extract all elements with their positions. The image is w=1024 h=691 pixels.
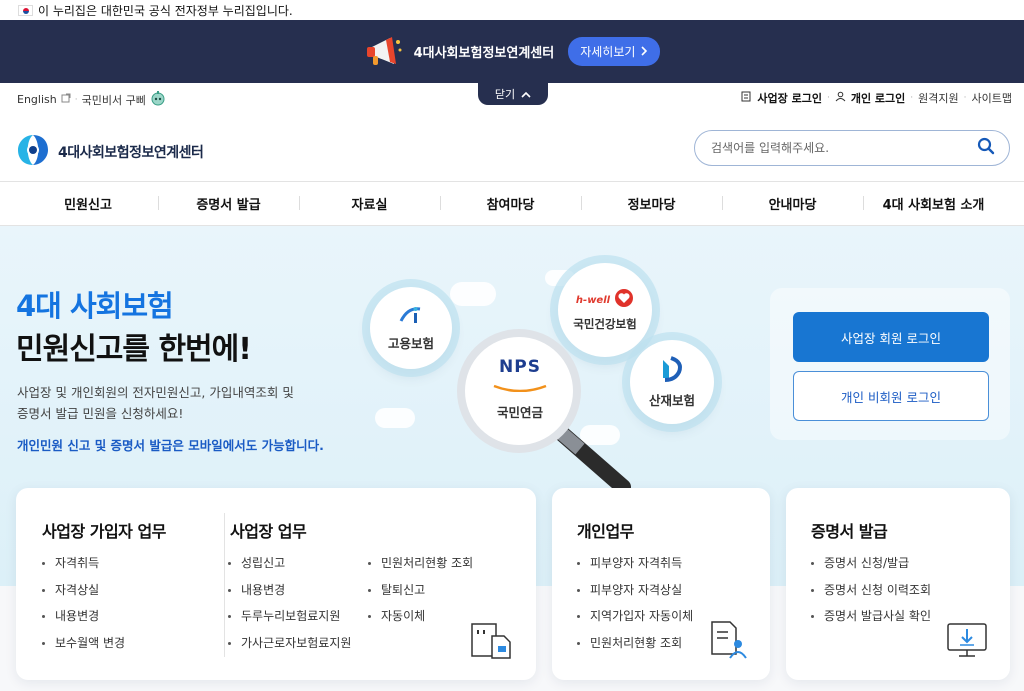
nav-certificate[interactable]: 증명서 발급 <box>158 194 299 213</box>
pension-badge: NPS 국민연금 <box>474 357 566 421</box>
list-item[interactable]: 가사근로자보험료지원 <box>228 634 351 661</box>
building-document-icon <box>470 620 516 660</box>
english-link[interactable]: English <box>17 93 57 106</box>
list-item[interactable]: 성립신고 <box>228 554 351 581</box>
biz-work-list-right: 민원처리현황 조회 탈퇴신고 자동이체 <box>368 554 473 634</box>
user-icon <box>835 91 846 105</box>
pension-label: 국민연금 <box>496 405 543 420</box>
hero-title-line1: 4대 사회보험 <box>16 289 174 323</box>
banner-close-label: 닫기 <box>494 88 516 101</box>
personal-list: 피부양자 자격취득 피부양자 자격상실 지역가입자 자동이체 민원처리현황 조회 <box>577 554 693 660</box>
logo-emblem-icon <box>16 133 50 171</box>
health-brand-text: h-well <box>575 294 611 306</box>
list-item[interactable]: 자동이체 <box>368 607 473 634</box>
pension-brand-text: NPS <box>499 357 541 377</box>
biz-login-link[interactable]: 사업장 로그인 <box>757 90 822 106</box>
gov-notice-bar: 이 누리집은 대한민국 공식 전자정부 누리집입니다. <box>0 0 1024 20</box>
document-user-icon <box>708 620 754 660</box>
list-item[interactable]: 민원처리현황 조회 <box>368 554 473 581</box>
top-banner: 4대사회보험정보연계센터 자세히보기 <box>0 20 1024 83</box>
card-personal-title: 개인업무 <box>577 522 634 541</box>
secretary-link[interactable]: 국민비서 구삐 <box>82 92 146 108</box>
page: { "gov_notice": "이 누리집은 대한민국 공식 전자정부 누리집… <box>0 0 1024 691</box>
chevron-up-icon <box>521 88 531 101</box>
external-link-icon <box>61 93 71 106</box>
hero-desc-line1: 사업장 및 개인회원의 전자민원신고, 가입내역조회 및 <box>17 385 294 400</box>
hero-desc-line2: 증명서 발급 민원을 신청하세요! <box>17 406 184 421</box>
search-icon[interactable] <box>977 137 995 159</box>
list-item[interactable]: 내용변경 <box>228 581 351 608</box>
banner-more-button[interactable]: 자세히보기 <box>568 37 661 66</box>
heart-icon <box>614 288 634 312</box>
nav-information[interactable]: 정보마당 <box>581 194 722 213</box>
personal-login-link[interactable]: 개인 로그인 <box>851 90 905 106</box>
biz-member-login-button[interactable]: 사업장 회원 로그인 <box>793 312 989 362</box>
biz-subscriber-list: 자격취득 자격상실 내용변경 보수월액 변경 <box>42 554 125 660</box>
logo-text: 4대사회보험정보연계센터 <box>58 145 204 161</box>
monitor-download-icon <box>944 620 990 660</box>
card-certificate-title: 증명서 발급 <box>811 522 888 541</box>
employment-insurance-badge: 고용보험 <box>370 287 452 369</box>
card-personal: 개인업무 피부양자 자격취득 피부양자 자격상실 지역가입자 자동이체 민원처리… <box>552 488 770 680</box>
card-certificate: 증명서 발급 증명서 신청/발급 증명서 신청 이력조회 증명서 발급사실 확인 <box>786 488 1010 680</box>
pension-swoosh-icon <box>492 377 548 396</box>
employment-label: 고용보험 <box>387 335 434 351</box>
personal-guest-login-button[interactable]: 개인 비회원 로그인 <box>793 371 989 421</box>
list-item[interactable]: 증명서 신청/발급 <box>811 554 931 581</box>
robot-icon <box>150 90 166 109</box>
banner-title: 4대사회보험정보연계센터 <box>413 46 555 61</box>
nav-civil-report[interactable]: 민원신고 <box>0 194 158 213</box>
nav-library[interactable]: 자료실 <box>299 194 440 213</box>
hero-description: 사업장 및 개인회원의 전자민원신고, 가입내역조회 및 증명서 발급 민원을 … <box>17 382 347 424</box>
card-biz-subscriber: 사업장 가입자 업무 자격취득 자격상실 내용변경 보수월액 변경 사업장 업무… <box>16 488 536 680</box>
card-divider <box>224 513 225 657</box>
main-nav: 민원신고 증명서 발급 자료실 참여마당 정보마당 안내마당 4대 사회보험 소… <box>0 181 1024 226</box>
chevron-right-icon <box>641 45 648 59</box>
search-input[interactable] <box>711 141 977 155</box>
list-item[interactable]: 자격취득 <box>42 554 125 581</box>
list-item[interactable]: 탈퇴신고 <box>368 581 473 608</box>
list-item[interactable]: 증명서 신청 이력조회 <box>811 581 931 608</box>
sitemap-link[interactable]: 사이트맵 <box>972 90 1012 106</box>
list-item[interactable]: 지역가입자 자동이체 <box>577 607 693 634</box>
industrial-label: 산재보험 <box>648 392 695 408</box>
nav-introduction[interactable]: 4대 사회보험 소개 <box>863 194 1004 213</box>
gov-notice-text: 이 누리집은 대한민국 공식 전자정부 누리집입니다. <box>38 3 293 18</box>
remote-support-link[interactable]: 원격지원 <box>918 90 958 106</box>
list-item[interactable]: 보수월액 변경 <box>42 634 125 661</box>
hero-title-line2: 민원신고를 한번에! <box>16 332 252 367</box>
list-item[interactable]: 피부양자 자격취득 <box>577 554 693 581</box>
nav-participation[interactable]: 참여마당 <box>440 194 581 213</box>
cloud-decoration <box>375 408 415 428</box>
cloud-decoration <box>450 282 496 306</box>
search-box <box>694 130 1010 166</box>
card-biz-work-title: 사업장 업무 <box>230 522 307 541</box>
certificate-list: 증명서 신청/발급 증명서 신청 이력조회 증명서 발급사실 확인 <box>811 554 931 634</box>
hero-mobile-note: 개인민원 신고 및 증명서 발급은 모바일에서도 가능합니다. <box>17 438 324 453</box>
list-item[interactable]: 증명서 발급사실 확인 <box>811 607 931 634</box>
banner-close-button[interactable]: 닫기 <box>478 83 548 105</box>
industrial-logo-icon <box>659 355 685 386</box>
nav-guide[interactable]: 안내마당 <box>722 194 863 213</box>
megaphone-icon <box>364 34 404 70</box>
list-item[interactable]: 자격상실 <box>42 581 125 608</box>
list-item[interactable]: 두루누리보험료지원 <box>228 607 351 634</box>
site-logo[interactable]: 4대사회보험정보연계센터 <box>16 133 204 171</box>
biz-work-list-left: 성립신고 내용변경 두루누리보험료지원 가사근로자보험료지원 <box>228 554 351 660</box>
building-icon <box>741 91 752 105</box>
card-biz-subscriber-title: 사업장 가입자 업무 <box>42 522 166 541</box>
korea-flag-icon <box>18 4 33 16</box>
list-item[interactable]: 민원처리현황 조회 <box>577 634 693 661</box>
employment-logo-icon <box>398 305 424 329</box>
list-item[interactable]: 내용변경 <box>42 607 125 634</box>
banner-more-label: 자세히보기 <box>580 45 636 59</box>
list-item[interactable]: 피부양자 자격상실 <box>577 581 693 608</box>
